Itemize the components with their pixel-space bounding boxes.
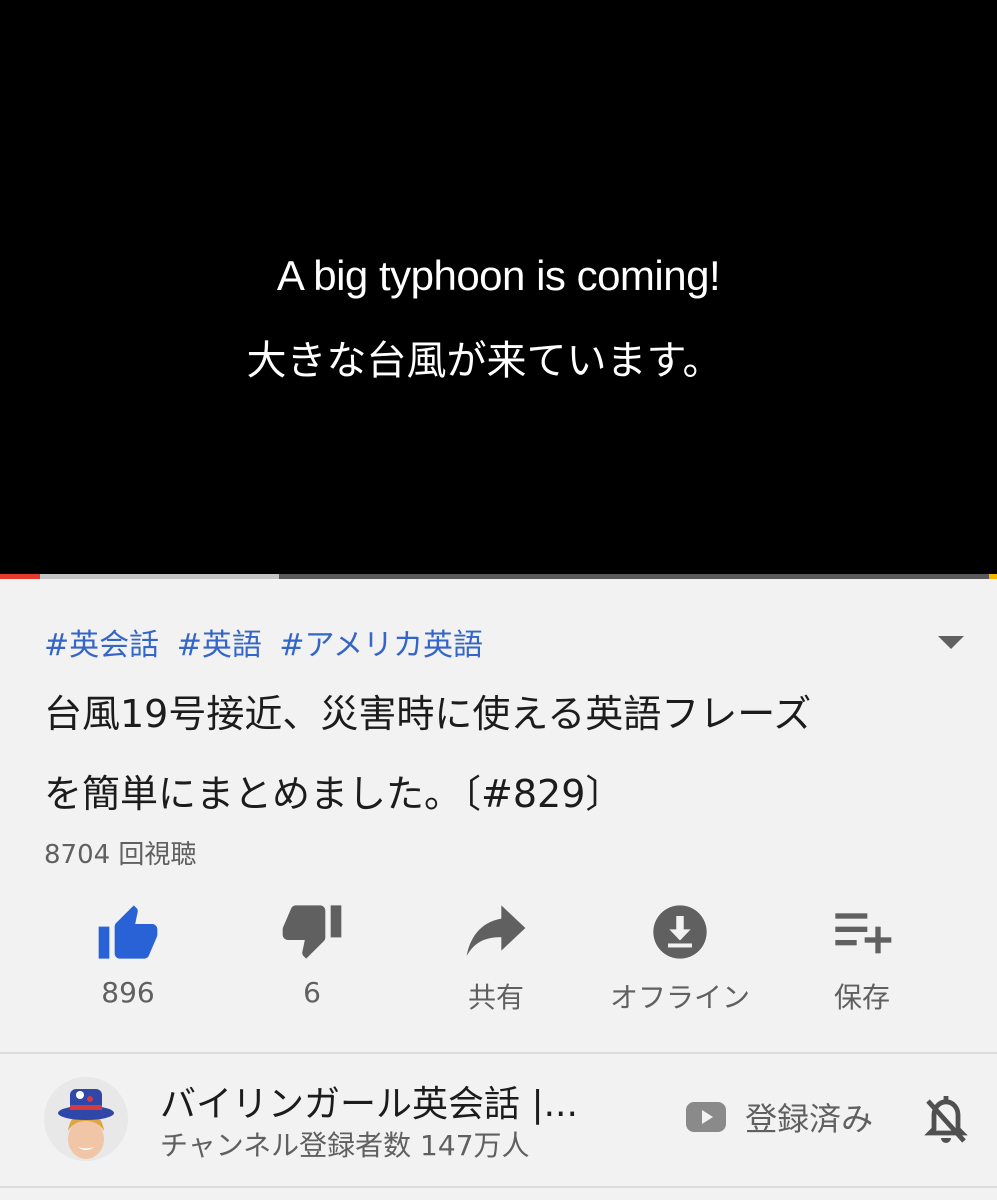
save-button[interactable]: 保存 [770, 902, 954, 1022]
channel-name[interactable]: バイリンガール英会話 |... [160, 1075, 640, 1127]
subscribed-button[interactable]: 登録済み [686, 1094, 873, 1138]
view-count: 8704 回視聴 [44, 840, 197, 870]
progress-buffered [0, 574, 279, 579]
bell-off-icon [924, 1096, 968, 1143]
progress-bar[interactable] [0, 574, 997, 579]
like-count: 896 [101, 976, 155, 1009]
progress-played [0, 574, 40, 579]
subtitle-japanese: 大きな台風が来ています。 [246, 338, 723, 384]
save-label: 保存 [833, 981, 890, 1014]
download-icon [653, 905, 707, 959]
subscriber-count: チャンネル登録者数 147万人 [160, 1129, 530, 1162]
dislike-button[interactable]: 6 [220, 902, 404, 1022]
dislike-count: 6 [303, 976, 321, 1009]
thumbs-down-icon [282, 905, 342, 959]
avatar-image [44, 1077, 128, 1161]
notification-bell-button[interactable] [922, 1093, 970, 1151]
hashtag-american-english[interactable]: #アメリカ英語 [279, 628, 483, 663]
like-button[interactable]: 896 [36, 902, 220, 1022]
thumbs-up-icon [98, 905, 158, 959]
share-icon [466, 905, 526, 956]
video-player[interactable]: A big typhoon is coming! 大きな台風が来ています。 [0, 0, 997, 574]
video-title-line-2: を簡単にまとめました。〔#829〕 [44, 772, 624, 816]
channel-avatar[interactable] [44, 1077, 128, 1161]
hashtag-list: #英会話 #英語 #アメリカ英語 [44, 620, 491, 664]
expand-description-icon[interactable] [938, 636, 964, 649]
playlist-add-icon [835, 913, 892, 954]
progress-end-marker [989, 574, 997, 579]
share-button[interactable]: 共有 [404, 902, 588, 1022]
share-label: 共有 [467, 981, 524, 1014]
subscribed-label: 登録済み [745, 1100, 874, 1138]
subtitle-english: A big typhoon is coming! [276, 252, 721, 299]
youtube-icon [686, 1102, 726, 1132]
hashtag-eikaiwa[interactable]: #英会話 [44, 628, 159, 663]
divider [0, 1052, 997, 1054]
video-title: 台風19号接近、災害時に使える英語フレーズ を簡単にまとめました。〔#829〕 [44, 674, 924, 834]
divider-bottom [0, 1186, 997, 1188]
video-title-line-1: 台風19号接近、災害時に使える英語フレーズ [44, 692, 812, 736]
download-button[interactable]: オフライン [588, 902, 772, 1022]
hashtag-eigo[interactable]: #英語 [177, 628, 262, 663]
offline-label: オフライン [609, 981, 750, 1014]
